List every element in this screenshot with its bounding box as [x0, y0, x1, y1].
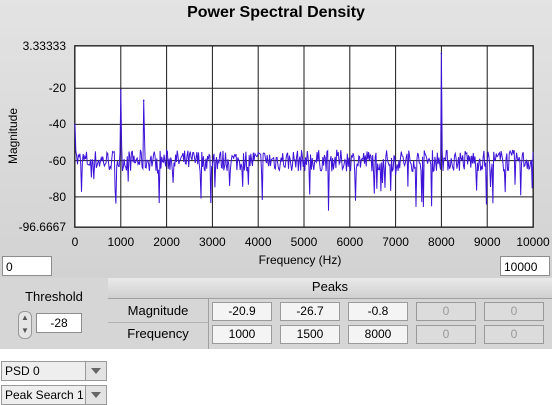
peak-point [120, 89, 122, 91]
frequency-cell: 8000 [348, 325, 408, 344]
chevron-down-icon [91, 368, 101, 374]
peak-search-dropdown-button[interactable] [85, 386, 106, 404]
y-tick-label: 3.33333 [22, 39, 66, 53]
x-tick-label: 6000 [336, 235, 364, 249]
y-tick-label: -60 [48, 153, 66, 168]
x-tick-label: 9000 [473, 235, 501, 249]
frequency-cell: 0 [484, 325, 544, 344]
peaks-panel: Peaks Magnitude Frequency -20.9 -26.7 -0… [108, 278, 552, 349]
increment-arrow-icon[interactable]: ▲ [20, 312, 30, 324]
x-tick-label: 0 [71, 235, 79, 249]
y-tick-label: -80 [48, 189, 66, 204]
magnitude-cell: -20.9 [212, 302, 272, 321]
row-divider [108, 322, 208, 323]
x-max-input[interactable]: 10000 [500, 256, 550, 276]
threshold-input[interactable]: -28 [36, 313, 82, 333]
y-tick-label: -40 [48, 117, 66, 132]
frequency-cell: 1500 [280, 325, 340, 344]
y-axis-label: Magnitude [6, 107, 20, 165]
magnitude-row-label: Magnitude [127, 303, 189, 318]
chevron-down-icon [91, 392, 101, 398]
peak-point [74, 123, 76, 126]
peak-search-selector[interactable]: Peak Search 1 [1, 385, 107, 405]
magnitude-cell: -26.7 [280, 302, 340, 321]
y-tick-label: -96.6667 [18, 220, 66, 234]
peak-search-selector-value: Peak Search 1 [5, 388, 84, 402]
x-min-input[interactable]: 0 [2, 256, 52, 276]
magnitude-cell: -0.8 [348, 302, 408, 321]
threshold-spinner[interactable]: ▲ ▼ [18, 311, 32, 339]
psd-selector-value: PSD 0 [5, 364, 40, 378]
y-tick-label: -20 [48, 81, 66, 96]
x-tick-label: 10000 [516, 235, 550, 249]
frequency-row-label: Frequency [127, 326, 189, 341]
x-tick-label: 4000 [244, 235, 272, 249]
frequency-cell: 1000 [212, 325, 272, 344]
x-tick-label: 2000 [153, 235, 180, 249]
peaks-header: Peaks [108, 278, 552, 299]
magnitude-cell: 0 [484, 302, 544, 321]
column-divider [208, 298, 209, 349]
threshold-label: Threshold [25, 289, 83, 304]
magnitude-cell: 0 [416, 302, 476, 321]
threshold-panel: Threshold ▲ ▼ -28 [0, 278, 109, 349]
x-tick-label: 3000 [199, 235, 226, 249]
x-tick-label: 7000 [382, 235, 409, 249]
psd-selector[interactable]: PSD 0 [1, 361, 107, 381]
psd-dropdown-button[interactable] [85, 362, 106, 380]
x-tick-label: 1000 [107, 235, 135, 249]
x-axis-label: Frequency (Hz) [258, 253, 342, 267]
frequency-cell: 0 [416, 325, 476, 344]
decrement-arrow-icon[interactable]: ▼ [20, 325, 30, 337]
x-tick-label: 5000 [290, 235, 318, 249]
peak-point [440, 52, 443, 55]
peak-point [142, 99, 145, 102]
x-tick-label: 8000 [428, 235, 455, 249]
